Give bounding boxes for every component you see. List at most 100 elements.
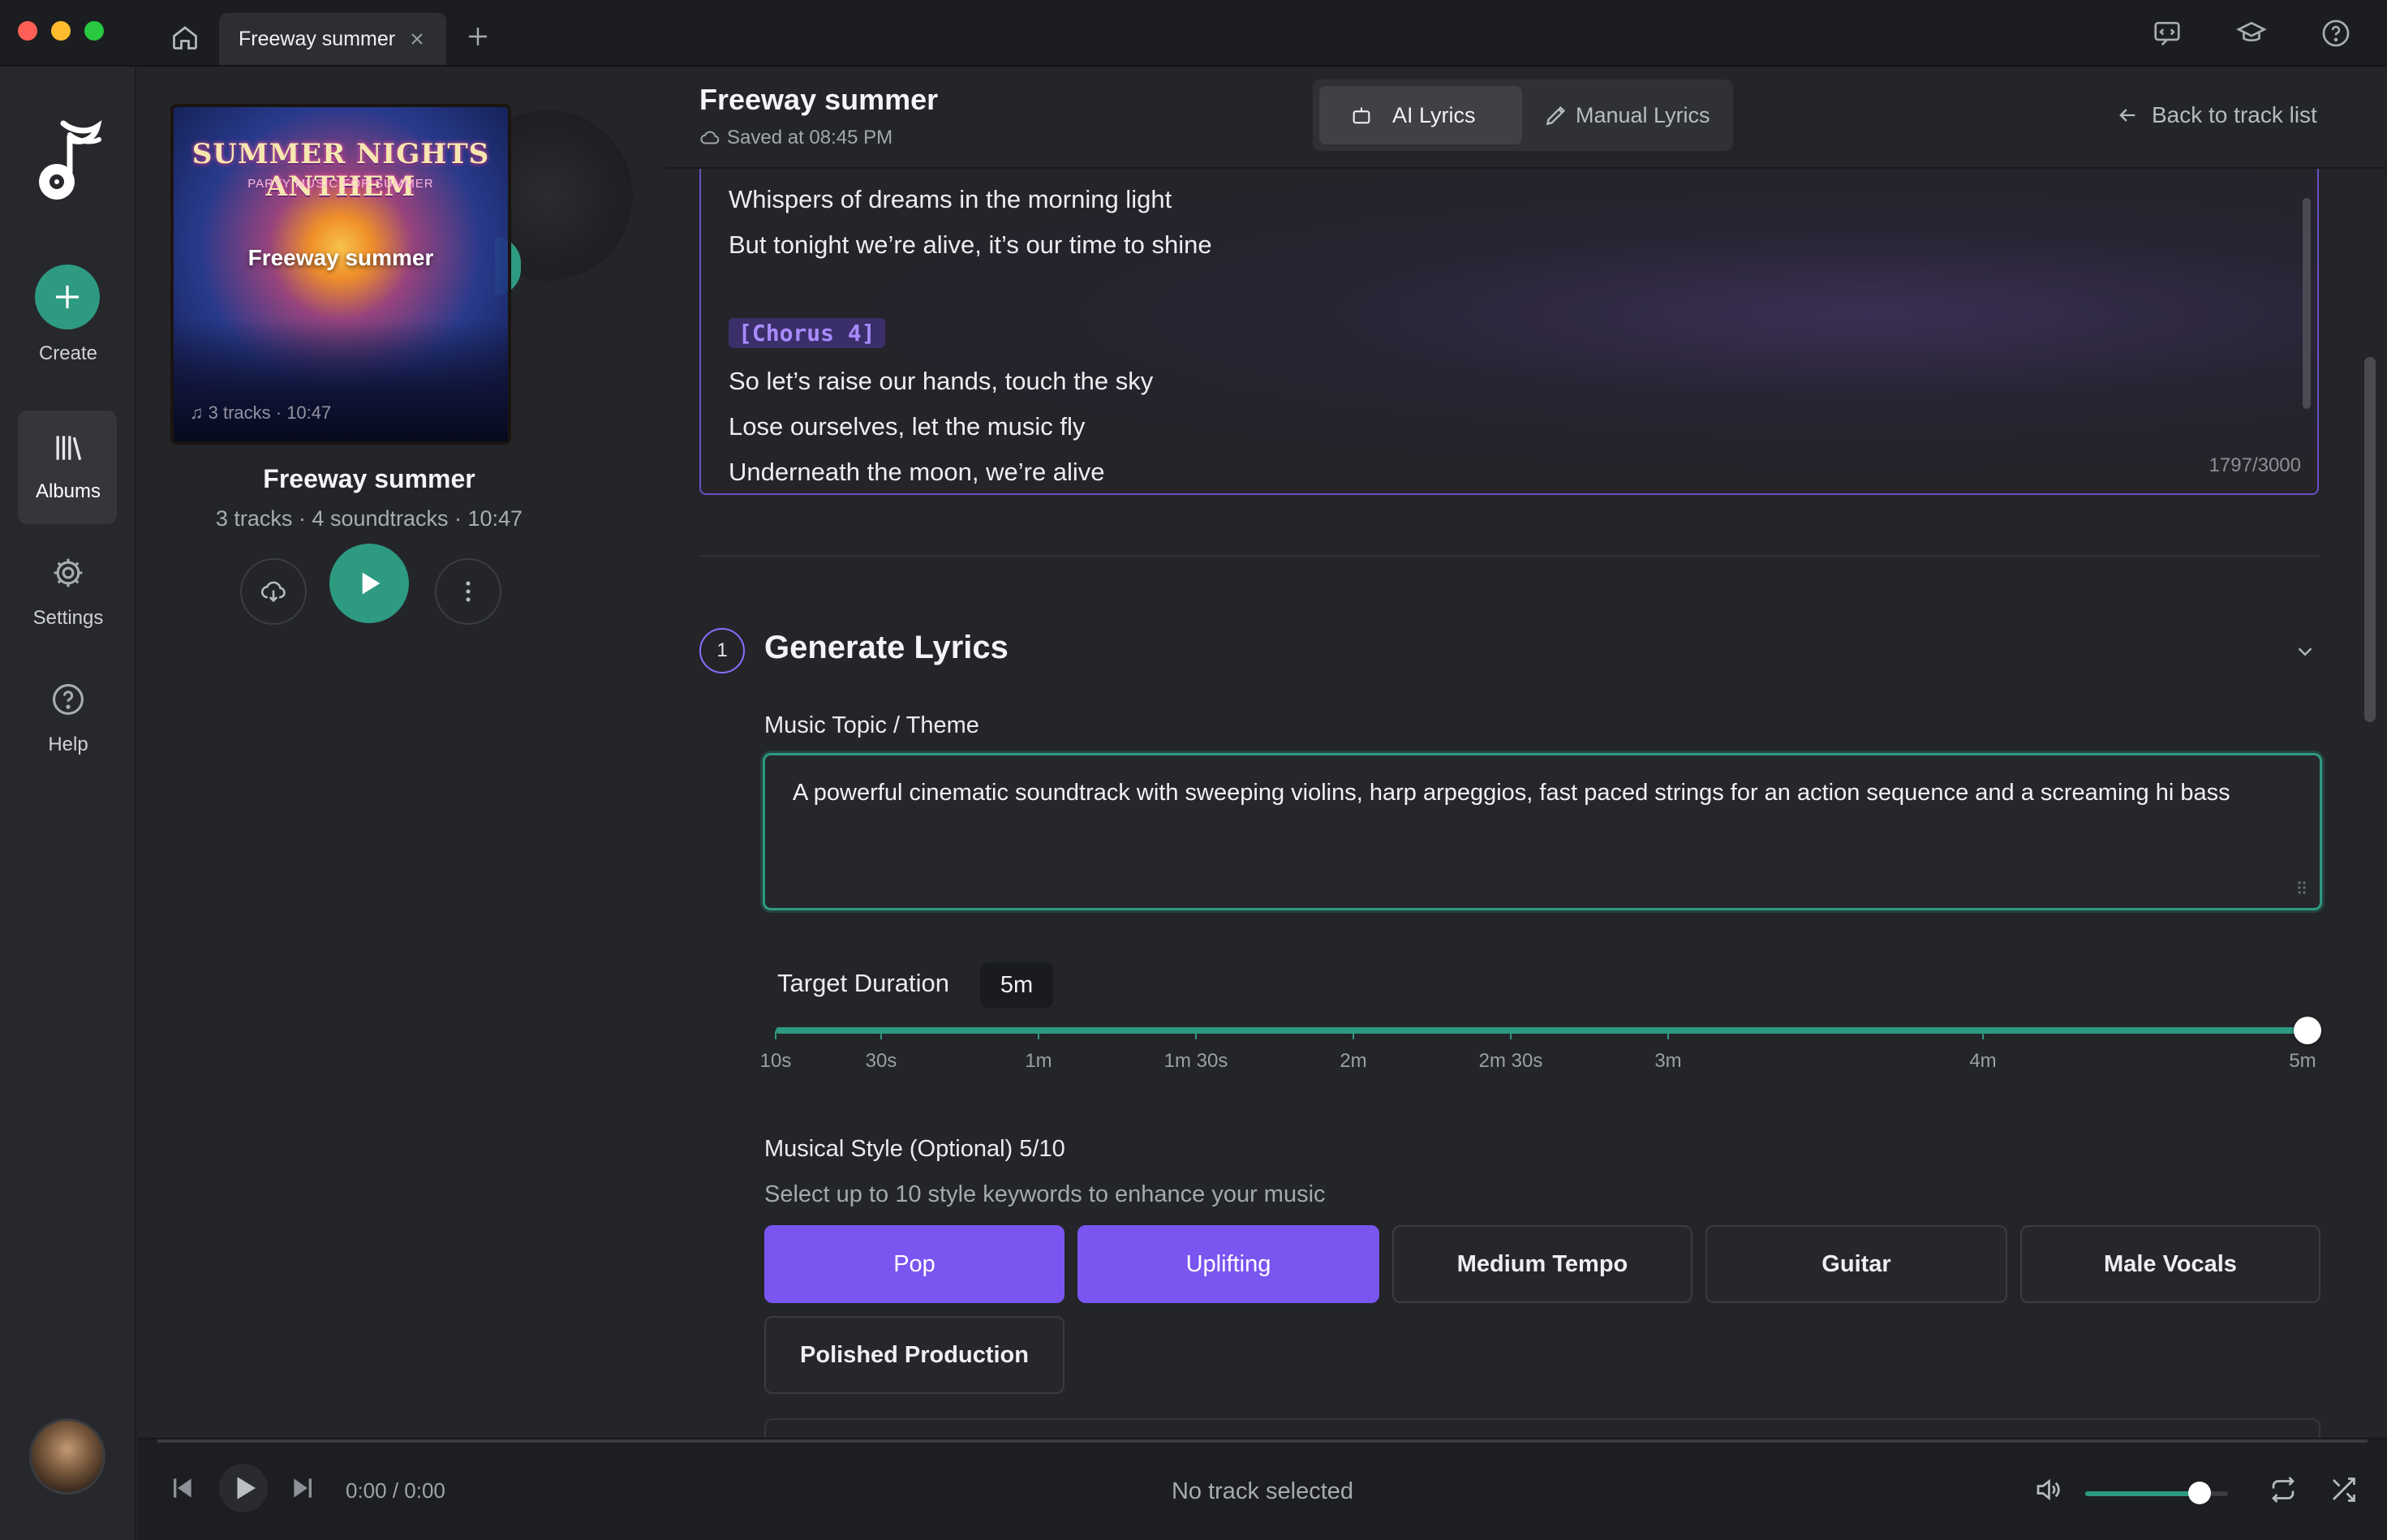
duration-tick-label: 3m (1654, 1050, 1682, 1072)
duration-tick-label: 5m (2289, 1050, 2316, 1072)
lyric-line: Lose ourselves, let the music fly (729, 412, 1086, 441)
volume-slider-thumb[interactable] (2187, 1482, 2211, 1504)
duration-tick (1667, 1031, 1669, 1039)
player-bar: 0:00 / 0:00 No track selected (138, 1438, 2387, 1540)
title-bar: Freeway summer (0, 0, 2387, 67)
gear-icon[interactable] (50, 555, 86, 591)
style-title: Musical Style (Optional) 5/10 (764, 1136, 1065, 1162)
lyric-line: Underneath the moon, we’re alive (729, 458, 1105, 486)
window-close-button[interactable] (18, 21, 37, 41)
duration-tick-label: 2m 30s (1478, 1050, 1543, 1072)
pencil-icon (1546, 105, 1566, 126)
volume-icon[interactable] (2033, 1475, 2062, 1504)
duration-tick (1353, 1031, 1354, 1039)
window-zoom-button[interactable] (84, 21, 104, 41)
save-status: Saved at 08:45 PM (699, 127, 892, 149)
section-title: Generate Lyrics (764, 630, 1009, 665)
duration-tick-label: 1m (1025, 1050, 1052, 1072)
cover-subtitle: PARTY MUSIC FOR SUMMER (247, 177, 434, 191)
arrow-left-icon (2119, 109, 2135, 122)
step-number-badge: 1 (699, 628, 745, 673)
section-divider (699, 555, 2319, 557)
window-minimize-button[interactable] (51, 21, 71, 41)
help-circle-icon[interactable] (2320, 18, 2351, 49)
duration-tick (880, 1031, 882, 1039)
album-meta: 3 tracks · 4 soundtracks · 10:47 (215, 506, 523, 531)
section-tag: [Chorus 4] (729, 318, 885, 348)
duration-tick-label: 2m (1340, 1050, 1367, 1072)
manual-lyrics-label: Manual Lyrics (1576, 102, 1710, 127)
repeat-icon[interactable] (2269, 1475, 2298, 1504)
style-subtitle: Select up to 10 style keywords to enhanc… (764, 1181, 1326, 1207)
lyrics-editor[interactable]: Whispers of dreams in the morning light … (699, 169, 2319, 495)
duration-tick-label: 10s (759, 1050, 792, 1072)
duration-tick (775, 1031, 776, 1039)
duration-label: Target Duration (777, 969, 949, 997)
lyrics-scrollbar[interactable] (2303, 198, 2311, 409)
style-chip-polished-production[interactable]: Polished Production (764, 1316, 1064, 1394)
chevron-down-icon[interactable] (2293, 639, 2317, 664)
style-chip-uplifting[interactable]: Uplifting (1077, 1225, 1379, 1303)
download-button[interactable] (240, 558, 307, 625)
duration-tick (1510, 1031, 1512, 1039)
duration-tick (1982, 1031, 1984, 1039)
tab-label: Freeway summer (239, 27, 396, 50)
cover-title: SUMMER NIGHTS ANTHEM (191, 138, 490, 203)
style-chip-pop[interactable]: Pop (764, 1225, 1064, 1303)
playback-progress[interactable] (157, 1439, 2368, 1443)
style-chip-guitar[interactable]: Guitar (1705, 1225, 2007, 1303)
tab-freeway-summer[interactable]: Freeway summer (219, 13, 446, 65)
sidebar-item-albums[interactable] (18, 411, 117, 524)
settings-label[interactable]: Settings (0, 607, 136, 630)
home-icon[interactable] (170, 23, 200, 52)
topic-label: Music Topic / Theme (764, 712, 979, 738)
duration-tick (1038, 1031, 1039, 1039)
album-panel: SUMMER NIGHTS ANTHEM PARTY MUSIC FOR SUM… (138, 67, 738, 1438)
album-name: Freeway summer (263, 464, 475, 493)
duration-slider-fill (776, 1027, 2307, 1034)
tab-manual-lyrics[interactable]: Manual Lyrics (1527, 86, 1727, 144)
lyric-line: But tonight we’re alive, it’s our time t… (729, 230, 1212, 259)
duration-tick-label: 1m 30s (1163, 1050, 1228, 1072)
resize-grip-icon[interactable] (2293, 876, 2312, 896)
style-chip-medium-tempo[interactable]: Medium Tempo (1392, 1225, 1692, 1303)
feedback-icon[interactable] (2152, 18, 2183, 49)
duration-tick (1195, 1031, 1197, 1039)
duration-tick-label: 30s (865, 1050, 897, 1072)
shuffle-icon[interactable] (2329, 1475, 2358, 1504)
page-title: Freeway summer (699, 83, 939, 116)
album-cover[interactable]: SUMMER NIGHTS ANTHEM PARTY MUSIC FOR SUM… (170, 104, 511, 445)
character-count: 1797/3000 (2209, 454, 2301, 476)
main-scrollbar[interactable] (2364, 357, 2376, 722)
duration-slider[interactable] (776, 1027, 2307, 1034)
lyric-line: Whispers of dreams in the morning light (729, 185, 1172, 213)
new-tab-icon[interactable] (466, 24, 490, 49)
avatar[interactable] (29, 1418, 105, 1495)
back-link-label: Back to track list (2152, 102, 2317, 127)
more-options-button[interactable] (435, 558, 501, 625)
tab-close-icon[interactable] (409, 31, 425, 47)
ai-lyrics-label: AI Lyrics (1392, 102, 1476, 127)
duration-tick-label: 4m (1969, 1050, 1997, 1072)
tab-ai-lyrics[interactable]: AI Lyrics (1319, 86, 1522, 144)
app-logo-icon (31, 115, 104, 204)
duration-slider-thumb[interactable] (2294, 1017, 2321, 1044)
albums-label: Albums (35, 480, 101, 502)
duration-value-badge: 5m (980, 962, 1053, 1008)
style-chip-male-vocals[interactable]: Male Vocals (2020, 1225, 2320, 1303)
back-to-track-list-link[interactable]: Back to track list (2116, 102, 2317, 128)
play-album-button[interactable] (329, 544, 409, 623)
graduation-cap-icon[interactable] (2236, 18, 2267, 49)
cover-overlay-meta: ♫ 3 tracks · 10:47 (190, 402, 332, 423)
cloud-icon (700, 131, 720, 144)
help-label[interactable]: Help (0, 733, 136, 756)
volume-slider-fill (2085, 1491, 2200, 1496)
topic-input[interactable] (763, 753, 2322, 910)
lyric-line: So let’s raise our hands, touch the sky (729, 367, 1154, 395)
saved-text: Saved at 08:45 PM (727, 127, 893, 148)
create-button[interactable] (35, 265, 100, 329)
help-icon[interactable] (50, 682, 86, 717)
library-icon (50, 430, 86, 466)
left-rail: Create Albums Settings Help (0, 67, 136, 1540)
cover-overlay-title: Freeway summer (247, 245, 434, 270)
